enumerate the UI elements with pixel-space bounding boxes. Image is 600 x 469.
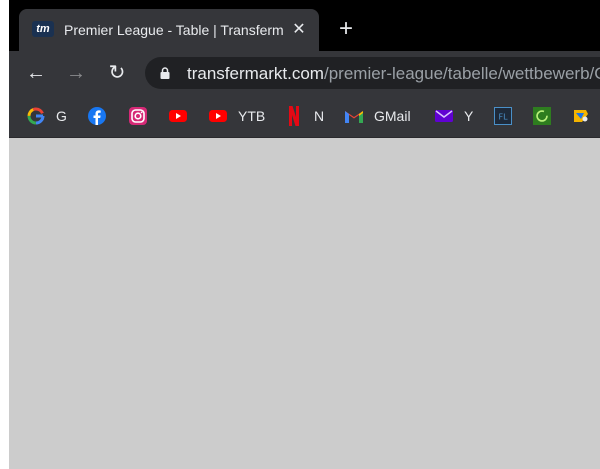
tab-strip: tm Premier League - Table | Transfermark… [9, 0, 600, 51]
google-icon [27, 107, 45, 125]
new-tab-button[interactable]: + [335, 17, 357, 41]
address-bar[interactable]: transfermarkt.com/premier-league/tabelle… [145, 57, 600, 89]
bookmark-yahoo-mail[interactable]: Y [435, 106, 473, 126]
lock-icon [160, 67, 170, 79]
browser-window: tm Premier League - Table | Transfermark… [9, 0, 600, 469]
svg-text:FL: FL [498, 113, 508, 122]
bookmark-facebook[interactable] [88, 106, 106, 126]
url-path: /premier-league/tabelle/wettbewerb/GB1 [323, 64, 600, 83]
extension-icon [572, 107, 590, 125]
bookmark-instagram[interactable] [129, 106, 147, 126]
facebook-icon [88, 107, 106, 125]
tab-transfermarkt[interactable]: tm Premier League - Table | Transfermark… [19, 9, 319, 51]
reload-button[interactable]: ↻ [105, 61, 129, 85]
bookmark-label: GMail [374, 108, 411, 124]
bookmark-ytb[interactable]: YTB [209, 106, 265, 126]
youtube-icon [209, 107, 227, 125]
forward-button[interactable]: → [64, 61, 88, 85]
bookmark-label: YTB [238, 108, 266, 124]
transfermarkt-favicon-icon: tm [32, 21, 54, 37]
url-text: transfermarkt.com/premier-league/tabelle… [187, 64, 600, 84]
page-content-area [9, 138, 600, 469]
bookmark-fl[interactable]: FL [494, 106, 512, 126]
yahoo-mail-icon [435, 107, 453, 125]
youtube-icon [169, 107, 187, 125]
bookmark-google[interactable]: G [27, 106, 67, 126]
instagram-icon [129, 107, 147, 125]
toolbar: ← → ↻ transfermarkt.com/premier-league/t… [9, 51, 600, 95]
back-button[interactable]: ← [24, 61, 48, 85]
fl-icon: FL [494, 107, 512, 125]
bookmarks-bar: G YTB N GMail Y FL [9, 95, 600, 138]
netflix-icon [285, 106, 303, 126]
bookmark-label: G [56, 108, 67, 124]
url-domain: transfermarkt.com [187, 64, 324, 83]
bookmark-netflix[interactable]: N [285, 106, 324, 126]
bookmark-label: N [314, 108, 325, 124]
bookmark-green-circle[interactable] [533, 106, 551, 126]
bookmark-gmail[interactable]: GMail [345, 106, 411, 126]
bookmark-extension[interactable] [572, 106, 590, 126]
bookmark-youtube[interactable] [169, 106, 187, 126]
bookmark-label: Y [464, 108, 474, 124]
tab-title: Premier League - Table | Transfermarkt [64, 22, 284, 38]
green-circle-icon [533, 107, 551, 125]
gmail-icon [345, 107, 363, 125]
close-tab-icon[interactable]: ✕ [290, 21, 308, 39]
